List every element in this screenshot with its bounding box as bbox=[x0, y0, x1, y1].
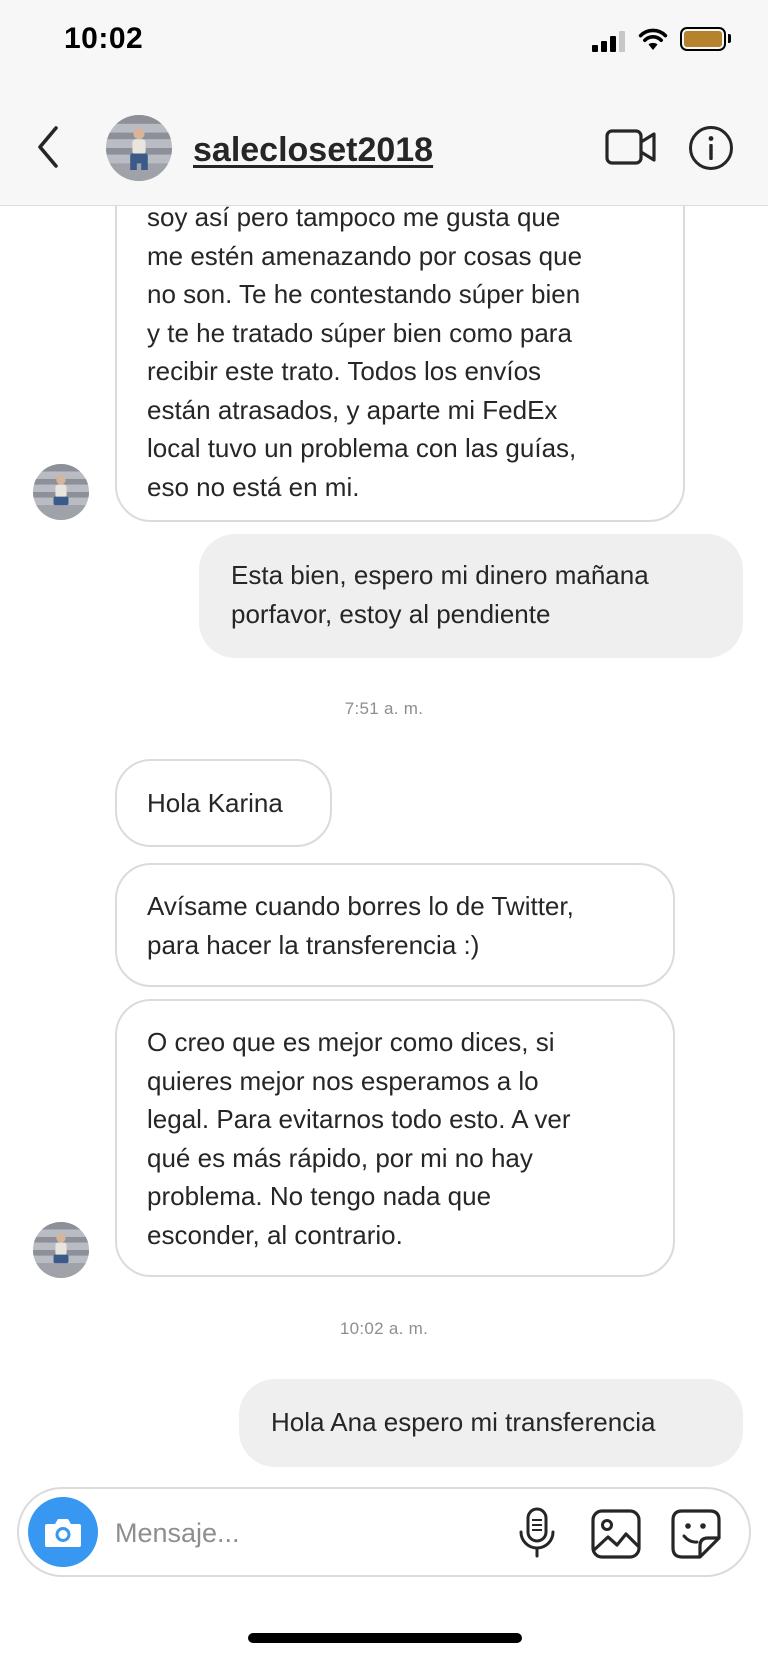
battery-icon bbox=[680, 27, 726, 51]
status-bar: 10:02 bbox=[0, 0, 768, 88]
avatar[interactable] bbox=[33, 464, 89, 520]
message-timestamp: 7:51 a. m. bbox=[344, 699, 424, 718]
status-time: 10:02 bbox=[64, 22, 144, 55]
battery-cap bbox=[728, 34, 731, 43]
incoming-message[interactable]: soy así pero tampoco me gusta que me est… bbox=[115, 206, 685, 522]
outgoing-message[interactable]: Esta bien, espero mi dinero mañana porfa… bbox=[199, 534, 743, 658]
home-indicator[interactable] bbox=[248, 1633, 522, 1643]
battery-level bbox=[684, 31, 722, 47]
outgoing-message[interactable]: Hola Ana espero mi transferencia bbox=[239, 1379, 743, 1467]
message-line: quieres mejor nos esperamos a lo bbox=[147, 1065, 539, 1096]
camera-button[interactable] bbox=[28, 1497, 98, 1567]
message-line: problema. No tengo nada que bbox=[147, 1181, 492, 1211]
avatar-image bbox=[106, 115, 172, 181]
avatar[interactable] bbox=[106, 115, 172, 181]
message-line: qué es más rápido, por mi no hay bbox=[147, 1142, 533, 1173]
message-line: me estén amenazando por cosas que bbox=[147, 240, 583, 271]
message-line: esconder, al contrario. bbox=[147, 1219, 403, 1250]
cellular-signal-icon bbox=[592, 30, 626, 52]
incoming-message[interactable]: Avísame cuando borres lo de Twitter, par… bbox=[115, 863, 675, 987]
camera-icon bbox=[45, 1519, 81, 1547]
message-line: soy así pero tampoco me gusta que bbox=[147, 206, 561, 232]
message-line: Esta bien, espero mi dinero mañana bbox=[231, 560, 649, 590]
incoming-message[interactable]: Hola Karina bbox=[115, 759, 332, 847]
sticker-icon[interactable] bbox=[670, 1508, 722, 1560]
message-line: para hacer la transferencia :) bbox=[147, 929, 480, 960]
avatar[interactable] bbox=[33, 1222, 89, 1278]
message-timestamp: 10:02 a. m. bbox=[339, 1319, 429, 1338]
message-input[interactable] bbox=[115, 1511, 475, 1555]
avatar-image bbox=[33, 1222, 89, 1278]
chevron-left-icon[interactable] bbox=[34, 124, 64, 170]
wifi-icon bbox=[638, 28, 668, 50]
video-camera-icon[interactable] bbox=[605, 128, 657, 166]
message-line: porfavor, estoy al pendiente bbox=[231, 598, 551, 629]
info-icon[interactable] bbox=[688, 125, 734, 171]
microphone-icon[interactable] bbox=[515, 1506, 559, 1560]
message-line: eso no está en mi. bbox=[147, 471, 360, 502]
message-line: están atrasados, y aparte mi FedEx bbox=[147, 394, 558, 425]
message-line: no son. Te he contestando súper bien bbox=[147, 279, 581, 309]
chat-header: salecloset2018 bbox=[0, 88, 768, 206]
chat-username[interactable]: salecloset2018 bbox=[193, 131, 433, 170]
incoming-message[interactable]: O creo que es mejor como dices, si quier… bbox=[115, 999, 675, 1277]
message-line: Hola Ana espero mi transferencia bbox=[271, 1407, 656, 1437]
message-line: recibir este trato. Todos los envíos bbox=[147, 356, 542, 386]
message-line: Avísame cuando borres lo de Twitter, bbox=[147, 891, 574, 921]
message-thread[interactable]: soy así pero tampoco me gusta que me est… bbox=[0, 206, 768, 1486]
message-composer bbox=[17, 1487, 751, 1577]
avatar-image bbox=[33, 464, 89, 520]
message-line: O creo que es mejor como dices, si bbox=[147, 1027, 555, 1057]
gallery-icon[interactable] bbox=[590, 1508, 642, 1560]
message-line: local tuvo un problema con las guías, bbox=[147, 433, 577, 463]
message-line: Hola Karina bbox=[147, 788, 283, 818]
message-line: y te he tratado súper bien como para bbox=[147, 317, 572, 348]
message-line: legal. Para evitarnos todo esto. A ver bbox=[147, 1104, 571, 1134]
